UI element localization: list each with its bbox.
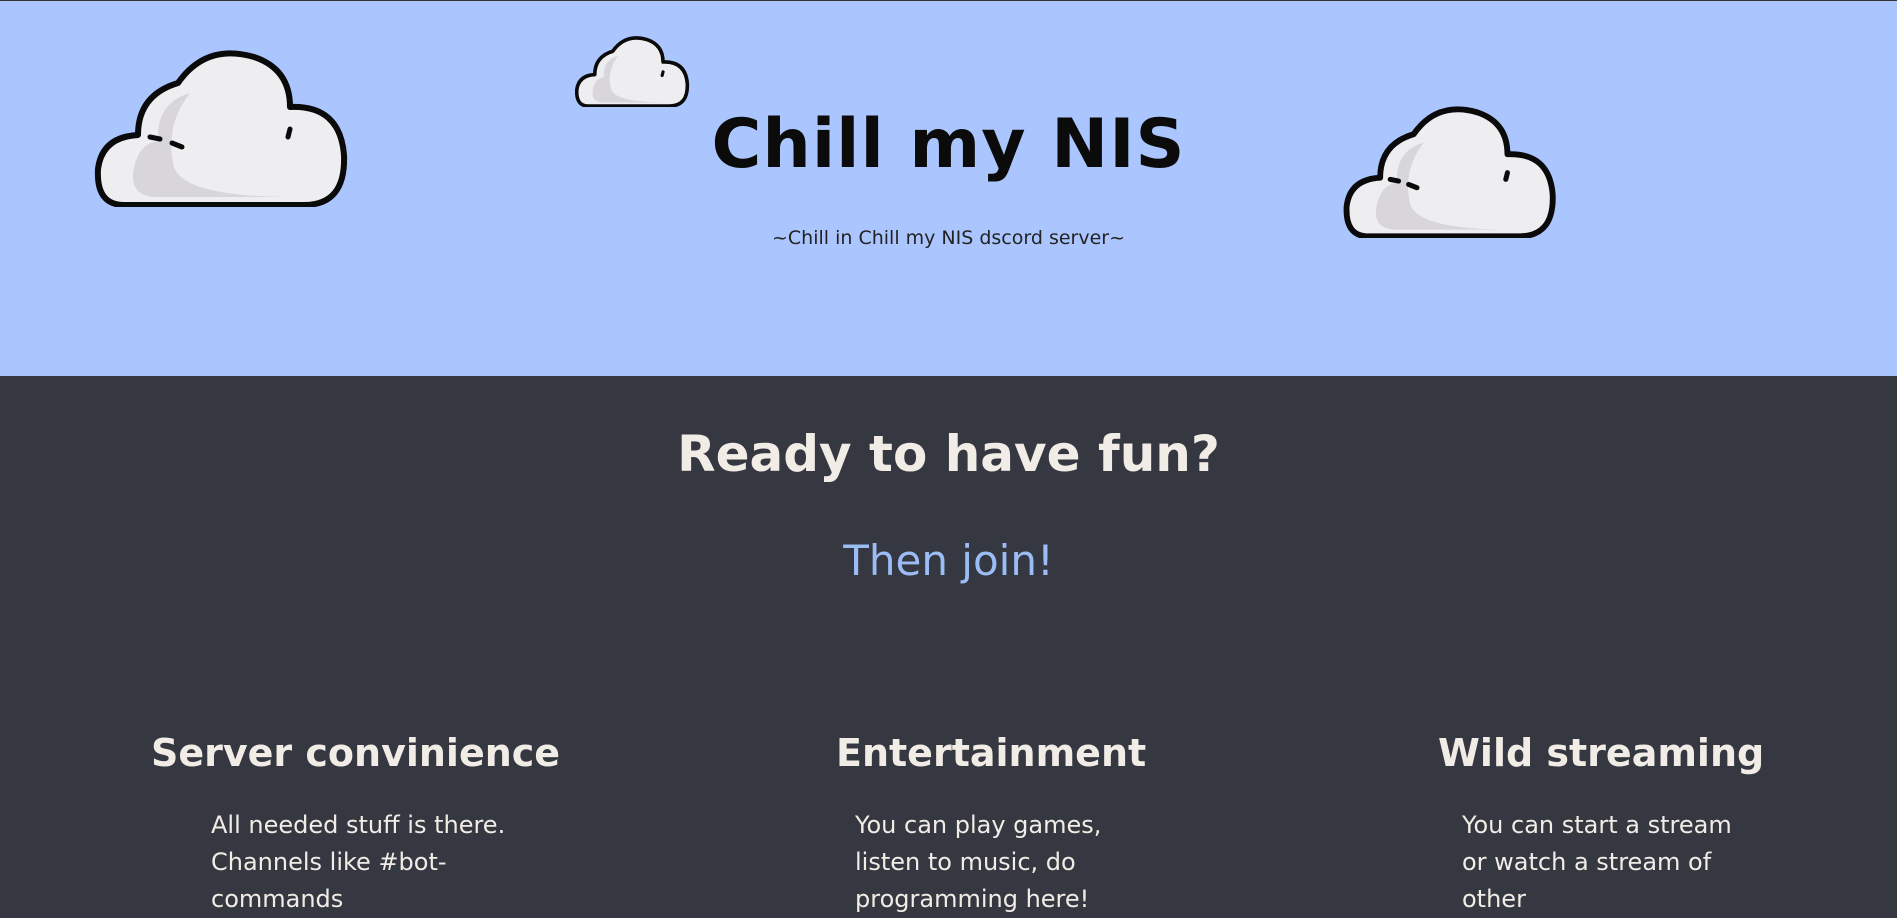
feature-text: You can start a stream or watch a stream… [1462,811,1732,913]
page-subtitle: ~Chill in Chill my NIS dscord server~ [771,227,1126,249]
feature-text: You can play games, listen to music, do … [855,811,1102,913]
section-heading: Ready to have fun? [677,425,1220,483]
feature-wild-streaming: Wild streaming You can start a stream or… [1438,731,1765,913]
page-title: Chill my NIS [711,105,1186,184]
feature-title: Wild streaming [1438,731,1765,775]
hero-banner: Chill my NIS ~Chill in Chill my NIS dsco… [0,0,1897,376]
feature-title: Server convinience [151,731,561,775]
join-section: Ready to have fun? Then join! Server con… [0,376,1897,913]
feature-server-convinience: Server convinience All needed stuff is t… [151,731,561,913]
feature-entertainment: Entertainment You can play games, listen… [836,731,1147,913]
cloud-icon [575,36,690,107]
join-link[interactable]: Then join! [0,536,1897,585]
feature-title: Entertainment [836,731,1147,775]
feature-text: All needed stuff is there. Channels like… [211,811,506,913]
